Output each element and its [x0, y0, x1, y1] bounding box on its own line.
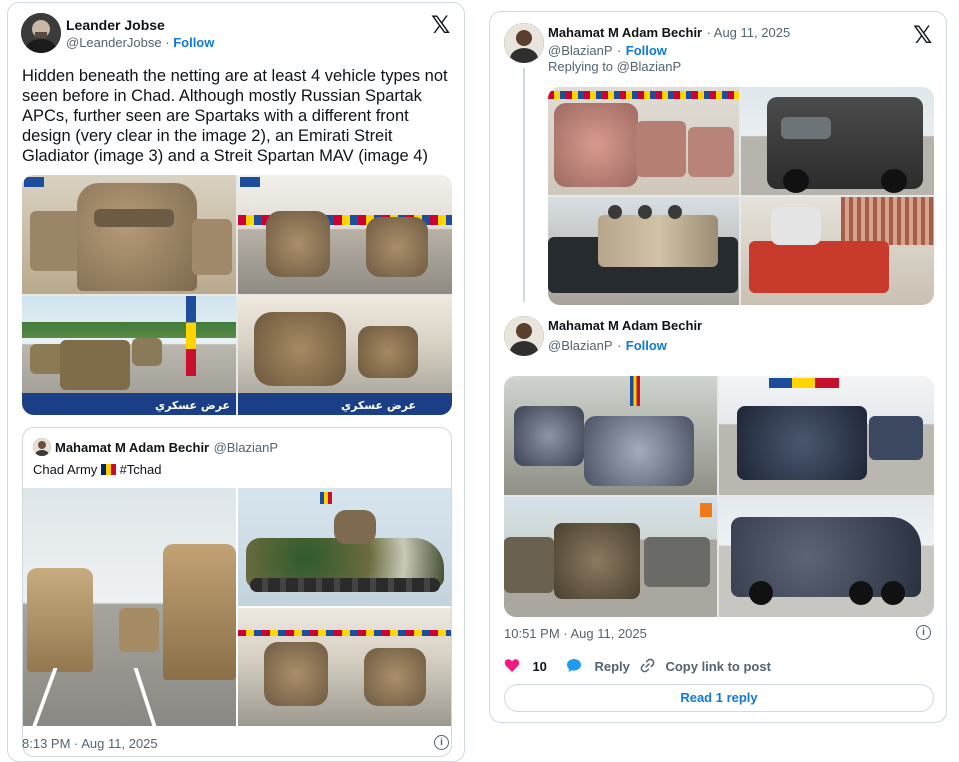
second-author-avatar[interactable]	[504, 316, 544, 356]
link-icon	[640, 658, 655, 673]
author-name[interactable]: Mahamat M Adam Bechir	[548, 25, 702, 40]
reply-button[interactable]: Reply	[566, 658, 630, 676]
like-button[interactable]: 10	[504, 658, 547, 676]
info-icon[interactable]: i	[916, 625, 931, 640]
info-icon[interactable]: i	[434, 735, 449, 750]
quoted-image-2[interactable]	[238, 488, 451, 606]
x-logo-icon[interactable]: 𝕏	[913, 21, 932, 49]
second-author-name[interactable]: Mahamat M Adam Bechir	[548, 318, 702, 333]
hashtag-link[interactable]: #Tchad	[120, 462, 162, 477]
reply-image-2[interactable]	[741, 87, 934, 195]
quoted-author-avatar	[33, 438, 51, 456]
second-follow-button[interactable]: Follow	[626, 338, 667, 353]
author-avatar[interactable]	[21, 13, 61, 53]
tweet-media-grid[interactable]: عرض عسكري عرض عسكري	[22, 175, 452, 415]
x-logo-icon[interactable]: 𝕏	[431, 11, 450, 39]
copy-link-button[interactable]: Copy link to post	[640, 658, 771, 676]
reply2-image-2[interactable]	[719, 376, 934, 495]
quoted-text: Chad Army	[33, 462, 98, 477]
media-banner-text-2: عرض عسكري	[340, 399, 416, 412]
author-handle[interactable]: @BlazianP	[548, 43, 613, 58]
quoted-author-handle: @BlazianP	[213, 440, 279, 455]
read-reply-button[interactable]: Read 1 reply	[504, 684, 934, 712]
chad-flag-icon	[100, 464, 116, 475]
quoted-author-name: Mahamat M Adam Bechir	[55, 440, 210, 455]
reply-bubble-icon	[567, 659, 581, 672]
media-image-2[interactable]	[238, 175, 452, 294]
post-date[interactable]: · Aug 11, 2025	[707, 25, 791, 40]
reply-timestamp[interactable]: 10:51 PM · Aug 11, 2025	[504, 626, 647, 641]
media-image-3[interactable]: عرض عسكري	[22, 296, 236, 415]
separator-dot: ·	[616, 43, 622, 58]
reply2-image-1[interactable]	[504, 376, 717, 495]
thread-line	[523, 68, 525, 302]
tweet-timestamp[interactable]: 8:13 PM · Aug 11, 2025	[22, 736, 158, 751]
author-avatar[interactable]	[504, 23, 544, 63]
separator-dot: ·	[165, 35, 170, 50]
reply-image-4[interactable]	[741, 197, 934, 305]
read-reply-label: Read 1 reply	[680, 690, 758, 705]
quoted-image-1[interactable]	[23, 488, 236, 726]
author-name[interactable]: Leander Jobse	[66, 17, 165, 33]
media-image-1[interactable]	[22, 175, 236, 294]
tweet-card-left: Leander Jobse @LeanderJobse · Follow 𝕏 H…	[7, 2, 465, 762]
reply2-image-3[interactable]	[504, 497, 717, 617]
reply-image-1[interactable]	[548, 87, 739, 195]
second-author-handle[interactable]: @BlazianP	[548, 338, 613, 353]
quoted-image-3[interactable]	[238, 608, 451, 726]
quoted-tweet[interactable]: Mahamat M Adam Bechir @BlazianP Chad Arm…	[22, 427, 452, 757]
replying-to[interactable]: Replying to @BlazianP	[548, 59, 681, 74]
media-image-4[interactable]: عرض عسكري	[238, 296, 452, 415]
tweet-text: Hidden beneath the netting are at least …	[22, 67, 448, 165]
follow-button[interactable]: Follow	[626, 43, 667, 58]
reply-media-grid-1[interactable]	[548, 87, 934, 305]
reply-media-grid-2[interactable]	[504, 376, 934, 617]
author-handle[interactable]: @LeanderJobse	[66, 35, 162, 50]
media-banner-text-1: عرض عسكري	[154, 399, 230, 412]
copy-link-label: Copy link to post	[665, 659, 771, 674]
follow-button[interactable]: Follow	[173, 35, 214, 50]
reply-image-3[interactable]	[548, 197, 739, 305]
like-count: 10	[532, 659, 547, 674]
separator-dot: ·	[616, 338, 622, 353]
reply2-image-4[interactable]	[719, 497, 934, 617]
tweet-card-right: Mahamat M Adam Bechir · Aug 11, 2025 @Bl…	[489, 11, 947, 723]
heart-icon	[504, 659, 520, 672]
reply-label: Reply	[594, 659, 630, 674]
